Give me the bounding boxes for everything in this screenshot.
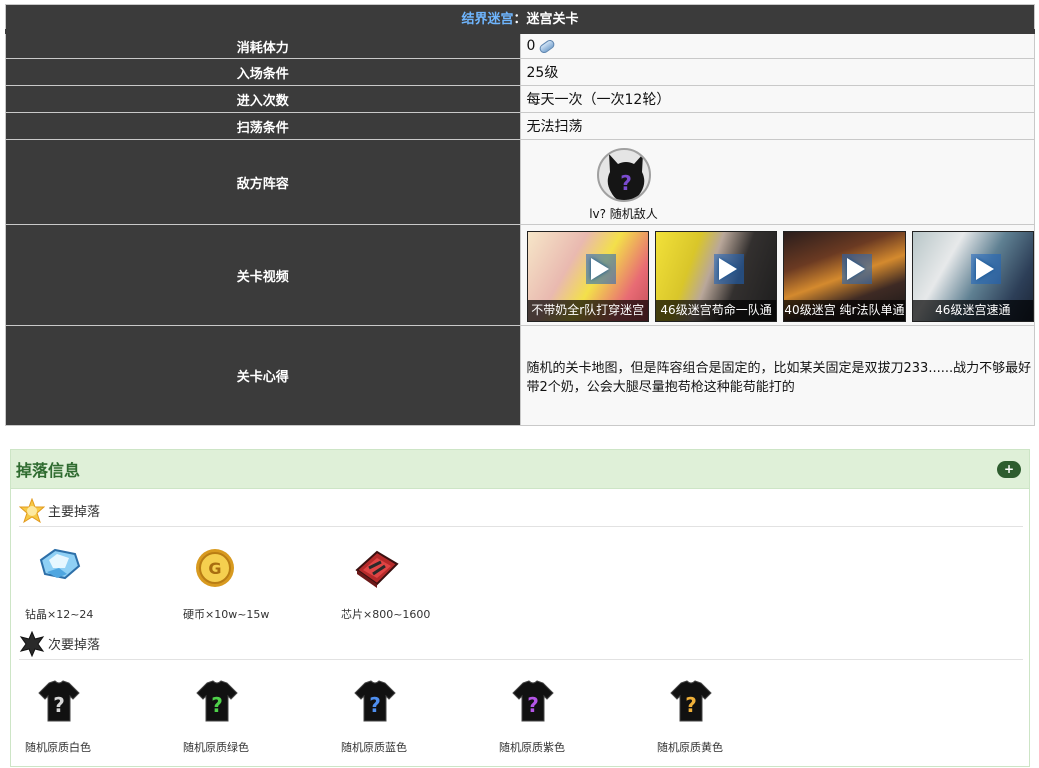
chip-icon <box>355 550 399 588</box>
expand-toggle-button[interactable]: + <box>997 460 1021 478</box>
dark-star-icon <box>19 630 45 657</box>
shirt-question-mark: ? <box>369 693 381 717</box>
entry-condition-value: 25级 <box>519 58 1035 86</box>
drop-info-title: 掉落信息 <box>16 461 81 480</box>
drop-item-name: 随机原质黄色 <box>657 741 723 754</box>
secondary-drop-header: 次要掉落 <box>19 628 1023 660</box>
video-thumbnail[interactable]: 46级迷宫速通 <box>911 230 1034 322</box>
play-icon[interactable] <box>847 257 866 280</box>
shirt-icon: ? <box>354 680 396 722</box>
primary-drop-list: 钻晶×12~24 G 硬币×10w~15w 芯片×800~1600 <box>19 546 493 622</box>
enemy-name: lv? 随机敌人 <box>589 207 658 221</box>
cat-silhouette-icon: ? <box>607 154 644 200</box>
stamina-label: 消耗体力 <box>5 31 521 59</box>
video-caption: 40级迷宫 纯r法队单通 <box>784 299 905 321</box>
shirt-icon: ? <box>196 680 238 722</box>
primary-drop-label: 主要掉落 <box>48 505 101 520</box>
stamina-capsule-icon <box>538 37 557 55</box>
title-separator: ： <box>513 11 527 27</box>
video-thumbnail[interactable]: 不带奶全r队打穿迷宫 <box>526 230 649 322</box>
video-thumbnail[interactable]: 46级迷宫苟命一队通 <box>654 230 778 322</box>
svg-text:G: G <box>208 559 221 578</box>
drop-item-name: 随机原质白色 <box>25 741 91 754</box>
drop-item-name: 芯片×800~1600 <box>341 608 431 621</box>
shirt-question-mark: ? <box>685 693 697 717</box>
stage-video-cell: 不带奶全r队打穿迷宫 46级迷宫苟命一队通 40级迷宫 纯r法队单通 46级迷宫… <box>519 224 1035 326</box>
drop-item-yellow[interactable]: ? 随机原质黄色 <box>651 679 809 755</box>
video-caption: 46级迷宫速通 <box>912 299 1033 321</box>
drop-item-chip[interactable]: 芯片×800~1600 <box>335 546 493 622</box>
drop-item-purple[interactable]: ? 随机原质紫色 <box>493 679 651 755</box>
drop-item-name: 钻晶×12~24 <box>25 608 94 621</box>
drop-item-blue[interactable]: ? 随机原质蓝色 <box>335 679 493 755</box>
diamond-icon <box>39 548 81 580</box>
shirt-question-mark: ? <box>527 693 539 717</box>
title-link[interactable]: 结界迷宫 <box>461 12 513 27</box>
shirt-question-mark: ? <box>53 693 65 717</box>
stamina-value: 0 <box>526 38 536 54</box>
title-text: 迷宫关卡 <box>526 11 579 27</box>
drop-item-diamond[interactable]: 钻晶×12~24 <box>19 546 177 622</box>
entry-condition-label: 入场条件 <box>5 58 521 86</box>
entry-times-value: 每天一次（一次12轮） <box>519 85 1035 113</box>
stage-tips-label: 关卡心得 <box>5 325 521 426</box>
shirt-question-mark: ? <box>211 693 223 717</box>
stamina-value-cell: 0 <box>519 31 1035 59</box>
enemy-lineup-cell: ? lv? 随机敌人 <box>519 139 1035 225</box>
drop-item-coin[interactable]: G 硬币×10w~15w <box>177 546 335 622</box>
drop-item-name: 随机原质绿色 <box>183 741 249 754</box>
drop-info-header[interactable]: 掉落信息 + <box>11 450 1029 489</box>
drop-item-name: 随机原质蓝色 <box>341 741 407 754</box>
sweep-condition-label: 扫荡条件 <box>5 112 521 140</box>
play-icon[interactable] <box>975 257 994 280</box>
enemy-card[interactable]: ? lv? 随机敌人 <box>581 140 721 224</box>
play-icon[interactable] <box>590 257 609 280</box>
stage-video-label: 关卡视频 <box>5 224 521 326</box>
video-caption: 46级迷宫苟命一队通 <box>655 299 777 321</box>
sweep-condition-value: 无法扫荡 <box>519 112 1035 140</box>
secondary-drop-list: ? 随机原质白色 ? 随机原质绿色 ? 随机原质蓝色 ? 随机原质紫色 ? 随机… <box>19 679 809 755</box>
coin-icon: G <box>196 549 234 587</box>
stage-info-table: 结界迷宫：迷宫关卡 消耗体力 0 入场条件 25级 进入次数 每天一次（一次12… <box>5 4 1035 426</box>
video-caption: 不带奶全r队打穿迷宫 <box>527 299 648 321</box>
primary-drop-header: 主要掉落 <box>19 495 1023 527</box>
video-thumbnail[interactable]: 40级迷宫 纯r法队单通 <box>783 230 906 322</box>
drop-info-panel: 掉落信息 + 主要掉落 钻晶×12~24 G 硬币×10w~15w 芯片×800… <box>10 449 1030 767</box>
drop-item-green[interactable]: ? 随机原质绿色 <box>177 679 335 755</box>
entry-times-label: 进入次数 <box>5 85 521 113</box>
svg-text:?: ? <box>620 171 632 195</box>
shirt-icon: ? <box>512 680 554 722</box>
page-title: 结界迷宫：迷宫关卡 <box>5 4 1035 34</box>
enemy-lineup-label: 敌方阵容 <box>5 139 521 225</box>
stage-tips-value: 随机的关卡地图，但是阵容组合是固定的，比如某关固定是双拔刀233......战力… <box>519 325 1035 426</box>
drop-item-white[interactable]: ? 随机原质白色 <box>19 679 177 755</box>
shirt-icon: ? <box>38 680 80 722</box>
drop-item-name: 硬币×10w~15w <box>183 608 270 621</box>
video-list: 不带奶全r队打穿迷宫 46级迷宫苟命一队通 40级迷宫 纯r法队单通 46级迷宫… <box>526 229 1034 322</box>
secondary-drop-label: 次要掉落 <box>48 638 101 653</box>
shirt-icon: ? <box>670 680 712 722</box>
unknown-enemy-avatar[interactable]: ? <box>596 148 651 202</box>
play-icon[interactable] <box>718 257 737 280</box>
gold-star-icon <box>19 497 45 523</box>
drop-item-name: 随机原质紫色 <box>499 741 565 754</box>
